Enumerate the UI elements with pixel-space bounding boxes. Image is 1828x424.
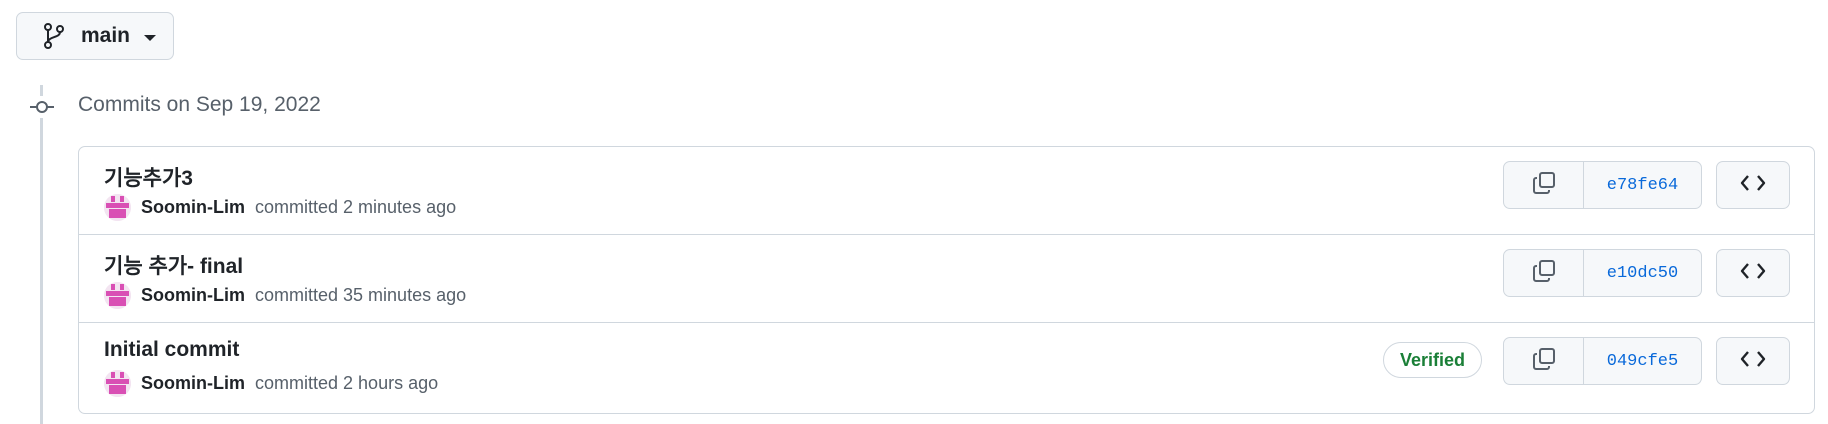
sha-button-group: 049cfe5 (1503, 337, 1702, 385)
copy-sha-button[interactable] (1504, 338, 1584, 384)
browse-repository-button[interactable] (1716, 161, 1790, 209)
caret-down-icon (144, 34, 157, 41)
commit-title-link[interactable]: 기능 추가- final (104, 250, 243, 280)
branch-selector-button[interactable]: main (16, 12, 174, 60)
commit-sha-link[interactable]: e10dc50 (1584, 250, 1701, 296)
copy-icon (1532, 171, 1556, 200)
sha-button-group: e78fe64 (1503, 161, 1702, 209)
commit-author-link[interactable]: Soomin-Lim (141, 285, 245, 306)
avatar[interactable] (104, 282, 131, 309)
git-commit-icon (28, 96, 56, 118)
commit-row: 기능추가3 Soomin-Lim committed 2 minutes ago (79, 147, 1814, 235)
copy-icon (1532, 347, 1556, 376)
commit-sha-link[interactable]: e78fe64 (1584, 162, 1701, 208)
commit-title-link[interactable]: Initial commit (104, 338, 239, 362)
commit-time: 35 minutes ago (343, 285, 467, 305)
code-icon (1740, 174, 1766, 197)
commit-time: 2 hours ago (343, 373, 439, 393)
copy-icon (1532, 259, 1556, 288)
commit-list: 기능추가3 Soomin-Lim committed 2 minutes ago (78, 146, 1815, 414)
commit-author-link[interactable]: Soomin-Lim (141, 197, 245, 218)
commit-action: committed (255, 285, 339, 305)
browse-repository-button[interactable] (1716, 337, 1790, 385)
branch-name: main (81, 24, 131, 47)
verified-badge[interactable]: Verified (1382, 342, 1482, 378)
avatar[interactable] (104, 370, 131, 397)
code-icon (1740, 350, 1766, 373)
commit-author-link[interactable]: Soomin-Lim (141, 373, 245, 394)
commit-row: Initial commit Soomin-Lim committed 2 ho… (79, 323, 1814, 413)
copy-sha-button[interactable] (1504, 162, 1584, 208)
commit-action: committed (255, 197, 339, 217)
sha-button-group: e10dc50 (1503, 249, 1702, 297)
git-branch-icon (43, 23, 65, 49)
code-icon (1740, 262, 1766, 285)
commit-meta: Soomin-Lim committed 2 minutes ago (104, 194, 456, 221)
commit-sha-link[interactable]: 049cfe5 (1584, 338, 1701, 384)
commit-meta: Soomin-Lim committed 35 minutes ago (104, 282, 466, 309)
commit-row: 기능 추가- final Soomin-Lim committed 35 min… (79, 235, 1814, 323)
commit-meta: Soomin-Lim committed 2 hours ago (104, 370, 438, 397)
commit-title-link[interactable]: 기능추가3 (104, 162, 193, 192)
commits-date-heading: Commits on Sep 19, 2022 (78, 93, 321, 116)
avatar[interactable] (104, 194, 131, 221)
commit-time: 2 minutes ago (343, 197, 457, 217)
browse-repository-button[interactable] (1716, 249, 1790, 297)
copy-sha-button[interactable] (1504, 250, 1584, 296)
timeline-line (40, 85, 43, 424)
commit-action: committed (255, 373, 339, 393)
